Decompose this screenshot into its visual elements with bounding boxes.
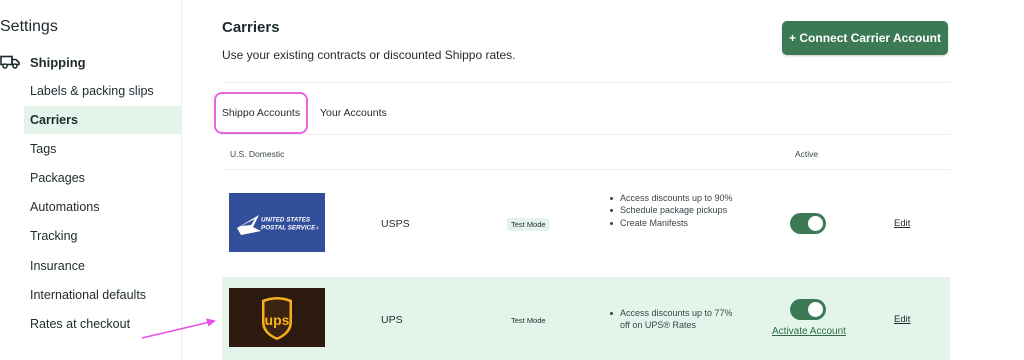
ups-shield-icon: ups (262, 297, 292, 340)
toggle-knob (808, 302, 823, 317)
active-toggle[interactable] (790, 299, 826, 320)
test-mode-badge: Test Mode (511, 316, 546, 325)
carrier-row-usps: UNITED STATES POSTAL SERVICE ® USPS Test… (222, 170, 950, 277)
sidebar-item-tracking[interactable]: Tracking (24, 222, 181, 250)
sidebar-item-automations[interactable]: Automations (24, 193, 181, 221)
carrier-name: USPS (381, 218, 410, 230)
tab-your-accounts[interactable]: Your Accounts (320, 92, 387, 134)
ups-logo: ups (229, 288, 325, 347)
test-mode-badge: Test Mode (507, 218, 550, 231)
usps-logo-line1: UNITED STATES (261, 217, 311, 224)
sidebar-item-tags[interactable]: Tags (24, 135, 181, 163)
svg-text:®: ® (316, 226, 319, 231)
carrier-name: UPS (381, 314, 403, 326)
sidebar-item-carriers[interactable]: Carriers (24, 106, 181, 134)
sidebar-item-international-defaults[interactable]: International defaults (24, 281, 181, 309)
sidebar-section-label: Shipping (30, 54, 86, 70)
page-title: Carriers (222, 19, 280, 36)
usps-eagle-icon: UNITED STATES POSTAL SERVICE ® (237, 215, 319, 235)
divider (222, 82, 950, 83)
feature-item: Access discounts up to 77% off on UPS® R… (608, 307, 738, 332)
account-tabs: Shippo Accounts Your Accounts (214, 92, 950, 134)
sidebar-title: Settings (0, 18, 58, 35)
edit-link[interactable]: Edit (894, 218, 910, 229)
usps-logo-line2: POSTAL SERVICE (261, 225, 316, 232)
column-header-us-domestic: U.S. Domestic (230, 149, 285, 159)
column-header-active: Active (795, 149, 819, 159)
sidebar-item-labels-packing-slips[interactable]: Labels & packing slips (24, 77, 181, 105)
sidebar-item-insurance[interactable]: Insurance (24, 252, 181, 280)
edit-link[interactable]: Edit (894, 314, 910, 325)
activate-account-link[interactable]: Activate Account (772, 326, 846, 337)
feature-item: Create Manifests (608, 217, 738, 229)
divider (222, 134, 950, 135)
truck-icon (0, 55, 20, 69)
toggle-knob (808, 216, 823, 231)
carrier-row-ups: ups UPS Test Mode Access discounts up to… (222, 277, 950, 360)
connect-carrier-account-button[interactable]: + Connect Carrier Account (782, 21, 948, 55)
feature-item: Schedule package pickups (608, 204, 738, 216)
feature-item: Access discounts up to 90% (608, 192, 738, 204)
carrier-features: Access discounts up to 90% Schedule pack… (608, 192, 738, 229)
sidebar-section-shipping[interactable]: Shipping (0, 52, 182, 72)
page-subtitle: Use your existing contracts or discounte… (222, 48, 516, 62)
usps-logo: UNITED STATES POSTAL SERVICE ® (229, 193, 325, 252)
settings-sidebar: Settings Shipping Labels & packing slips… (0, 0, 182, 360)
ups-logo-text: ups (265, 312, 290, 328)
annotation-arrow (141, 318, 216, 339)
tab-shippo-accounts[interactable]: Shippo Accounts (214, 92, 308, 134)
carrier-features: Access discounts up to 77% off on UPS® R… (608, 307, 738, 332)
sidebar-item-packages[interactable]: Packages (24, 164, 181, 192)
active-toggle[interactable] (790, 213, 826, 234)
